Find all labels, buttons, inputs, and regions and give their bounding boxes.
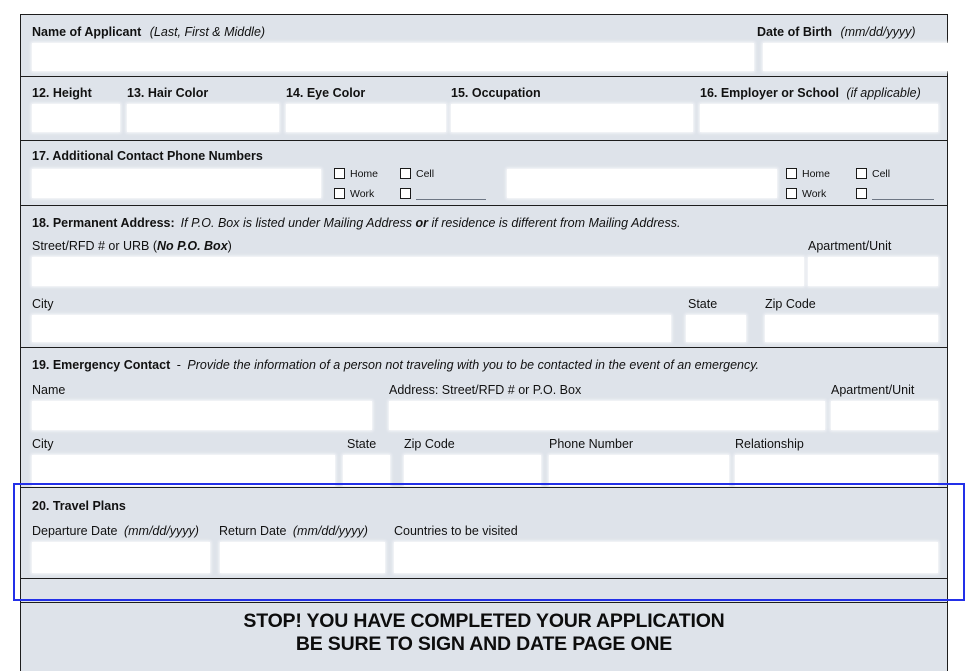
section-travel-plans: 20. Travel Plans Departure Date (mm/dd/y… [20, 488, 948, 579]
permanent-zip-label: Zip Code [765, 297, 816, 311]
return-date-label: Return Date (mm/dd/yyyy) [219, 524, 368, 538]
stop-banner-line-2: BE SURE TO SIGN AND DATE PAGE ONE [295, 633, 673, 655]
departure-date-input[interactable] [32, 542, 210, 573]
stop-banner-line-1: STOP! YOU HAVE COMPLETED YOUR APPLICATIO… [243, 610, 725, 632]
emergency-zip-input[interactable] [404, 455, 541, 486]
applicant-name-input[interactable] [32, 43, 754, 71]
phone-2-cell-checkbox[interactable] [856, 168, 867, 179]
return-date-input[interactable] [220, 542, 385, 573]
permanent-zip-input[interactable] [765, 315, 938, 342]
emergency-contact-heading: 19. Emergency Contact - Provide the info… [32, 358, 760, 372]
permanent-city-input[interactable] [32, 315, 671, 342]
phone-1-work-checkbox[interactable] [334, 188, 345, 199]
phone-2-work-checkbox[interactable] [786, 188, 797, 199]
section-travel-plans-bottom-strip [20, 579, 948, 603]
emergency-city-input[interactable] [32, 455, 335, 486]
permanent-address-heading-note-a: If P.O. Box is listed under Mailing Addr… [180, 216, 416, 230]
travel-plans-heading: 20. Travel Plans [32, 499, 126, 513]
stop-banner: STOP! YOU HAVE COMPLETED YOUR APPLICATIO… [20, 603, 948, 671]
phone-1-other-checkbox[interactable] [400, 188, 411, 199]
employer-or-school-input[interactable] [700, 104, 938, 132]
emergency-contact-heading-dash: - [176, 358, 181, 372]
emergency-state-label: State [347, 437, 377, 451]
return-date-hint: (mm/dd/yyyy) [292, 524, 368, 538]
emergency-relationship-label: Relationship [735, 437, 804, 451]
permanent-address-heading-note-b: if residence is different from Mailing A… [428, 216, 681, 230]
phone-1-home-checkbox[interactable] [334, 168, 345, 179]
phone-1-cell-checkbox[interactable] [400, 168, 411, 179]
section-additional-phone-numbers: 17. Additional Contact Phone Numbers Hom… [20, 141, 948, 206]
emergency-name-label: Name [32, 383, 66, 397]
occupation-input[interactable] [451, 104, 693, 132]
date-of-birth-hint: (mm/dd/yyyy) [840, 25, 916, 39]
permanent-state-input[interactable] [686, 315, 746, 342]
section-applicant-name: Name of Applicant (Last, First & Middle)… [20, 14, 953, 77]
hair-color-label: 13. Hair Color [127, 86, 209, 100]
section-emergency-contact: 19. Emergency Contact - Provide the info… [20, 348, 948, 488]
emergency-phone-label: Phone Number [549, 437, 634, 451]
section-permanent-address: 18. Permanent Address: If P.O. Box is lis… [20, 206, 948, 348]
permanent-street-no-pobox-note: No P.O. Box [157, 239, 228, 253]
phone-2-type-checkbox-group: Home Cell Work [786, 167, 946, 203]
phone-2-home-checkbox[interactable] [786, 168, 797, 179]
emergency-apartment-label: Apartment/Unit [831, 383, 915, 397]
permanent-city-label: City [32, 297, 54, 311]
phone-2-other-input-line[interactable] [872, 199, 934, 200]
emergency-state-input[interactable] [343, 455, 390, 486]
emergency-address-input[interactable] [389, 401, 825, 430]
eye-color-input[interactable] [286, 104, 446, 132]
employer-or-school-hint: (if applicable) [846, 86, 921, 100]
height-input[interactable] [32, 104, 120, 132]
emergency-zip-label: Zip Code [404, 437, 455, 451]
date-of-birth-label: Date of Birth (mm/dd/yyyy) [757, 25, 916, 39]
permanent-state-label: State [688, 297, 718, 311]
phone-2-other-checkbox[interactable] [856, 188, 867, 199]
phone-2-work-label: Work [802, 188, 827, 200]
phone-1-home-label: Home [350, 168, 379, 180]
permanent-apartment-input[interactable] [808, 257, 938, 286]
permanent-apartment-label: Apartment/Unit [808, 239, 892, 253]
permanent-street-label: Street/RFD # or URB (No P.O. Box) [32, 239, 232, 253]
emergency-contact-heading-note: Provide the information of a person not … [187, 358, 760, 372]
date-of-birth-input[interactable] [763, 43, 953, 71]
applicant-name-hint: (Last, First & Middle) [149, 25, 266, 39]
phone-1-other-input-line[interactable] [416, 199, 486, 200]
permanent-street-input[interactable] [32, 257, 804, 286]
hair-color-input[interactable] [127, 104, 279, 132]
permanent-address-heading-or: or [415, 216, 429, 230]
employer-or-school-label: 16. Employer or School (if applicable) [700, 86, 921, 100]
occupation-label: 15. Occupation [451, 86, 541, 100]
phone-1-work-label: Work [350, 188, 375, 200]
emergency-city-label: City [32, 437, 54, 451]
passport-application-form-page: Name of Applicant (Last, First & Middle)… [0, 0, 974, 671]
phone-2-home-label: Home [802, 168, 831, 180]
emergency-apartment-input[interactable] [831, 401, 938, 430]
emergency-address-label: Address: Street/RFD # or P.O. Box [389, 383, 582, 397]
countries-to-be-visited-label: Countries to be visited [394, 524, 518, 538]
additional-phones-heading: 17. Additional Contact Phone Numbers [32, 149, 263, 163]
phone-2-input[interactable] [507, 169, 777, 198]
emergency-relationship-input[interactable] [735, 455, 938, 486]
eye-color-label: 14. Eye Color [286, 86, 366, 100]
applicant-name-label: Name of Applicant (Last, First & Middle) [32, 25, 266, 39]
phone-1-cell-label: Cell [416, 168, 435, 180]
phone-1-input[interactable] [32, 169, 321, 198]
phone-1-type-checkbox-group: Home Cell Work [334, 167, 494, 203]
departure-date-label: Departure Date (mm/dd/yyyy) [32, 524, 199, 538]
emergency-phone-input[interactable] [549, 455, 729, 486]
emergency-name-input[interactable] [32, 401, 372, 430]
phone-2-cell-label: Cell [872, 168, 891, 180]
height-label: 12. Height [32, 86, 92, 100]
permanent-address-heading: 18. Permanent Address: If P.O. Box is lis… [32, 216, 681, 230]
departure-date-hint: (mm/dd/yyyy) [123, 524, 199, 538]
countries-to-be-visited-input[interactable] [394, 542, 938, 573]
section-physical-description: 12. Height 13. Hair Color 14. Eye Color … [20, 77, 948, 141]
